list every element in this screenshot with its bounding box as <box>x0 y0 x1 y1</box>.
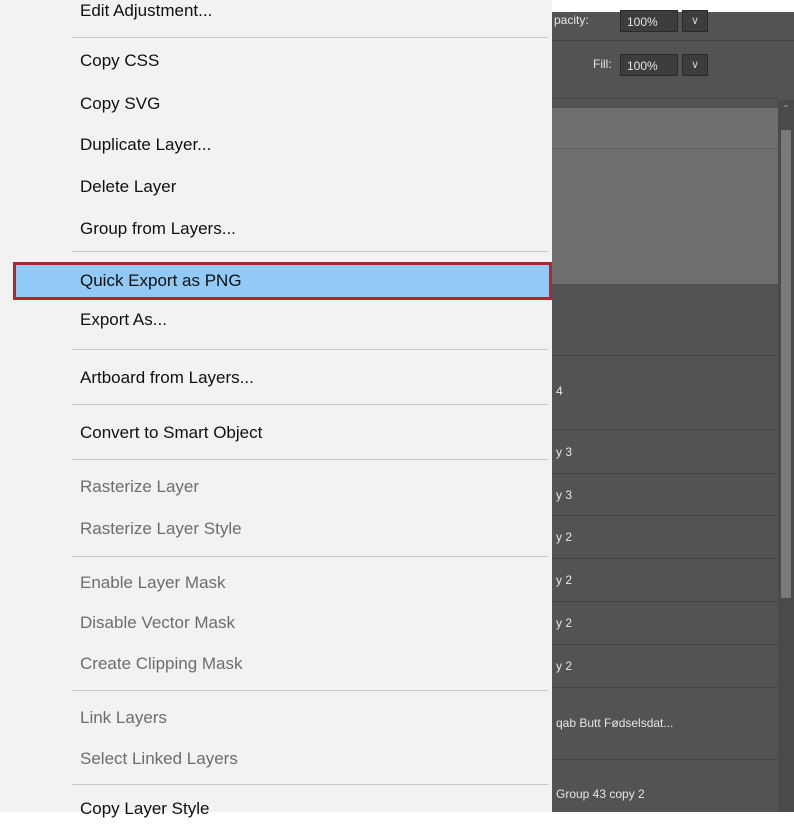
menu-icon-gutter <box>0 0 62 812</box>
layer-name: y 3 <box>556 445 573 459</box>
menu-item-label: Select Linked Layers <box>80 749 238 768</box>
layer-name: y 2 <box>556 616 573 630</box>
opacity-field[interactable]: 100% <box>620 10 678 32</box>
layer-row[interactable] <box>552 284 778 356</box>
menu-item-link-layers: Link Layers <box>0 701 552 735</box>
menu-item-create-clipping-mask: Create Clipping Mask <box>0 647 552 681</box>
layer-row[interactable]: y 3 <box>552 474 778 516</box>
layer-row[interactable]: y 3 <box>552 430 778 474</box>
layer-row[interactable]: y 2 <box>552 516 778 559</box>
chevron-down-icon[interactable]: ∨ <box>682 54 708 76</box>
menu-item-rasterize-layer: Rasterize Layer <box>0 470 552 504</box>
menu-item-label: Disable Vector Mask <box>80 613 235 632</box>
layer-name: qab Butt Fødselsdat... <box>556 716 674 730</box>
layer-row[interactable]: Group 43 copy 2 <box>552 760 778 812</box>
layer-name: y 2 <box>556 573 573 587</box>
menu-item-label: Duplicate Layer... <box>80 135 212 154</box>
menu-separator <box>72 349 548 350</box>
fill-row: Fill: 100% ∨ <box>552 48 794 84</box>
layer-name: y 2 <box>556 530 573 544</box>
menu-item-copy-css[interactable]: Copy CSS <box>0 44 552 78</box>
menu-item-copy-svg[interactable]: Copy SVG <box>0 87 552 121</box>
menu-separator <box>72 37 548 38</box>
menu-item-copy-layer-style[interactable]: Copy Layer Style <box>0 792 552 826</box>
layer-row[interactable]: y 2 <box>552 645 778 688</box>
menu-item-label: Quick Export as PNG <box>80 271 242 290</box>
menu-item-label: Rasterize Layer Style <box>80 519 242 538</box>
menu-item-label: Edit Adjustment... <box>80 1 213 20</box>
layer-row[interactable]: y 2 <box>552 559 778 602</box>
menu-item-quick-export-png[interactable]: Quick Export as PNG <box>13 262 552 300</box>
menu-item-duplicate-layer[interactable]: Duplicate Layer... <box>0 128 552 162</box>
menu-item-label: Group from Layers... <box>80 219 236 238</box>
menu-item-label: Delete Layer <box>80 177 177 196</box>
menu-separator <box>72 251 548 252</box>
layer-name: Group 43 copy 2 <box>556 787 645 801</box>
scrollbar-thumb[interactable] <box>781 130 791 598</box>
menu-item-label: Copy CSS <box>80 51 160 70</box>
menu-item-select-linked-layers: Select Linked Layers <box>0 742 552 776</box>
menu-item-export-as[interactable]: Export As... <box>0 303 552 337</box>
menu-item-label: Rasterize Layer <box>80 477 200 496</box>
panel-divider <box>552 98 778 99</box>
layer-row[interactable]: 4 <box>552 356 778 430</box>
fill-field[interactable]: 100% <box>620 54 678 76</box>
menu-item-label: Copy SVG <box>80 94 161 113</box>
context-menu: Edit Adjustment... Copy CSS Copy SVG Dup… <box>0 0 552 818</box>
menu-item-group-from-layers[interactable]: Group from Layers... <box>0 212 552 246</box>
menu-separator <box>72 556 548 557</box>
menu-item-disable-vector-mask: Disable Vector Mask <box>0 606 552 640</box>
fill-label: Fill: <box>593 57 612 71</box>
menu-item-enable-layer-mask: Enable Layer Mask <box>0 566 552 600</box>
menu-item-label: Link Layers <box>80 708 167 727</box>
opacity-label: pacity: <box>554 13 589 27</box>
menu-item-label: Export As... <box>80 310 167 329</box>
menu-item-label: Create Clipping Mask <box>80 654 243 673</box>
menu-item-convert-smart-object[interactable]: Convert to Smart Object <box>0 416 552 450</box>
menu-separator <box>72 690 548 691</box>
menu-item-label: Copy Layer Style <box>80 799 210 818</box>
opacity-row: pacity: 100% ∨ <box>552 4 794 41</box>
menu-item-label: Convert to Smart Object <box>80 423 263 442</box>
layer-row[interactable]: qab Butt Fødselsdat... <box>552 688 778 760</box>
menu-item-artboard-from-layers[interactable]: Artboard from Layers... <box>0 361 552 395</box>
menu-item-edit-adjustment[interactable]: Edit Adjustment... <box>0 0 552 28</box>
layer-name: y 3 <box>556 488 573 502</box>
scroll-up-icon[interactable]: ⌃ <box>780 104 792 116</box>
menu-item-label: Artboard from Layers... <box>80 368 254 387</box>
layers-list: 4 y 3 y 3 y 2 y 2 y 2 y 2 qab Butt Fødse… <box>552 100 778 812</box>
menu-separator <box>72 404 548 405</box>
menu-item-label: Enable Layer Mask <box>80 573 226 592</box>
layer-name: y 2 <box>556 659 573 673</box>
menu-item-delete-layer[interactable]: Delete Layer <box>0 170 552 204</box>
layer-name: 4 <box>556 384 563 398</box>
menu-item-rasterize-layer-style: Rasterize Layer Style <box>0 512 552 546</box>
menu-separator <box>72 784 548 785</box>
layer-row[interactable]: y 2 <box>552 602 778 645</box>
chevron-down-icon[interactable]: ∨ <box>682 10 708 32</box>
menu-separator <box>72 459 548 460</box>
